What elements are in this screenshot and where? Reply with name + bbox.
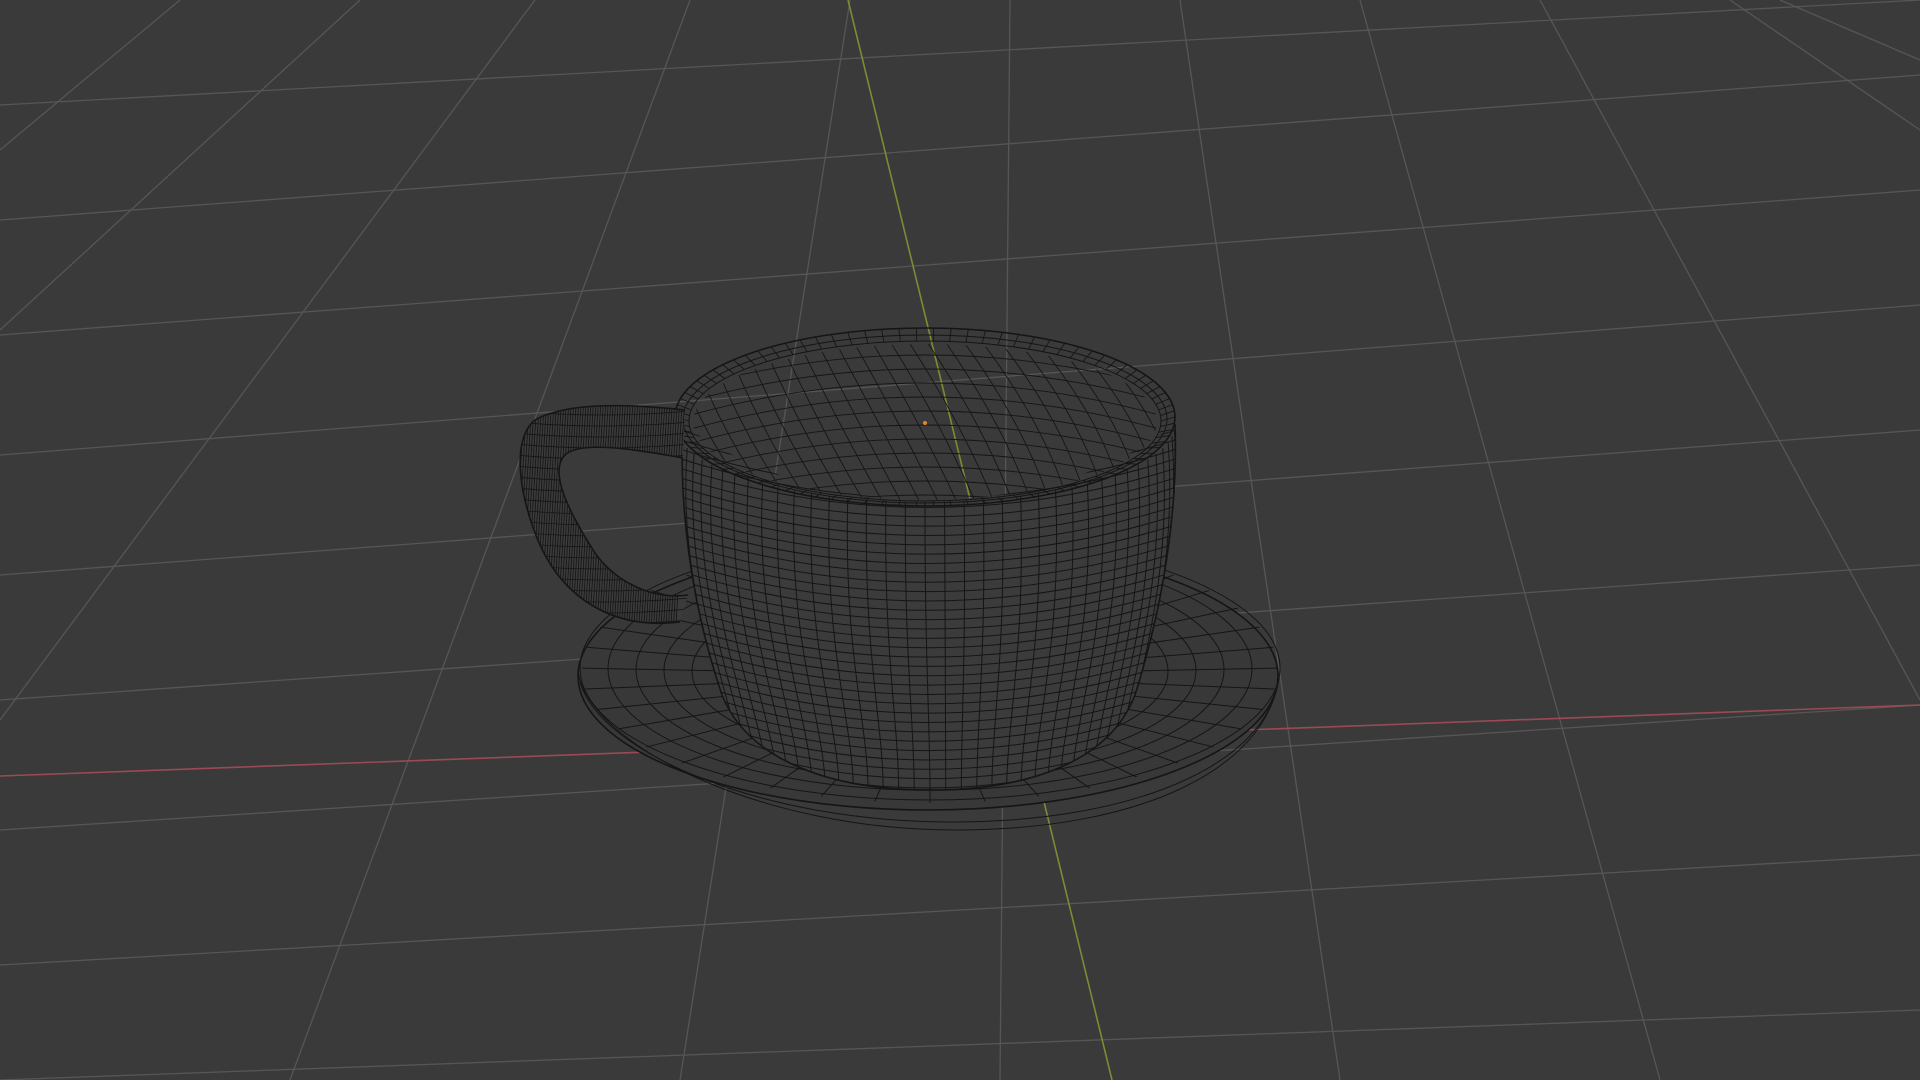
object-origin-point[interactable] — [923, 421, 927, 425]
3d-viewport[interactable] — [0, 0, 1920, 1080]
teacup-mesh[interactable] — [505, 327, 1285, 831]
cup-handle-mesh[interactable] — [505, 395, 690, 640]
viewport-canvas[interactable] — [0, 0, 1920, 1080]
